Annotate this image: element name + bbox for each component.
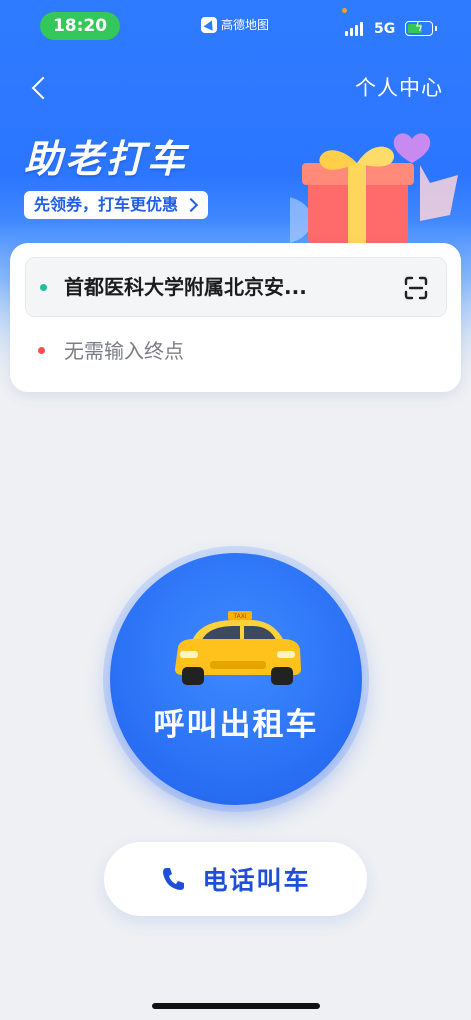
personal-center-link[interactable]: 个人中心 xyxy=(355,72,443,104)
signal-icon xyxy=(345,22,363,36)
origin-dot-icon xyxy=(40,284,47,291)
phone-icon xyxy=(163,868,185,890)
page-title: 助老打车 xyxy=(24,137,189,181)
phone-call-button[interactable]: 电话叫车 xyxy=(104,842,367,916)
amap-app-icon xyxy=(201,16,217,33)
taxi-sign-text: TAXI xyxy=(232,613,246,620)
coupon-label: 先领券，打车更优惠 xyxy=(34,195,179,214)
privacy-dot-icon xyxy=(342,8,347,13)
status-time: 18:20 xyxy=(40,12,120,40)
gift-box-illustration xyxy=(290,133,458,245)
call-taxi-label: 呼叫出租车 xyxy=(153,707,319,743)
call-taxi-button[interactable]: TAXI 呼叫出租车 xyxy=(110,553,362,805)
origin-text: 首都医科大学附属北京安... xyxy=(64,275,307,299)
status-bar: 18:20 高德地图 5G ϟ xyxy=(0,0,471,52)
battery-icon: ϟ xyxy=(405,20,437,36)
home-indicator[interactable] xyxy=(152,1003,320,1009)
taxi-icon: TAXI xyxy=(175,611,301,685)
route-card: 首都医科大学附属北京安... 无需输入终点 xyxy=(10,243,461,392)
destination-dot-icon xyxy=(38,347,45,354)
destination-field[interactable]: 无需输入终点 xyxy=(64,335,184,367)
app-name: 高德地图 xyxy=(221,18,270,32)
app-indicator[interactable]: 高德地图 xyxy=(201,16,269,33)
back-button[interactable] xyxy=(26,72,56,106)
network-type: 5G xyxy=(374,21,396,37)
scan-icon[interactable] xyxy=(402,274,430,302)
chevron-right-icon xyxy=(183,197,199,213)
coupon-button[interactable]: 先领券，打车更优惠 xyxy=(24,191,209,219)
phone-call-label: 电话叫车 xyxy=(202,866,311,895)
origin-field[interactable]: 首都医科大学附属北京安... xyxy=(25,257,447,317)
